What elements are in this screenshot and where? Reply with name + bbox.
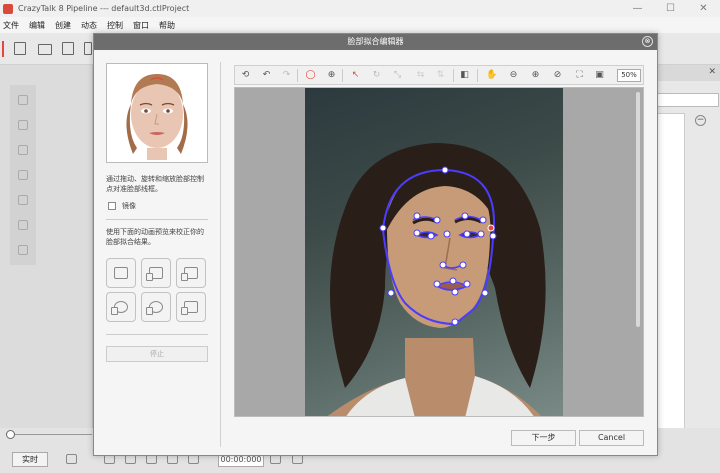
divider (106, 219, 208, 220)
tool-fit-icon[interactable] (18, 195, 28, 205)
preview-5-sub-icon (146, 307, 153, 315)
face-fitting-dialog: 脸部拟合编辑器 ⊗ 通过拖动、旋转和缩放脸部控制点对准脸部线框。 镜像 使用下面… (93, 33, 658, 456)
right-panel-header: ✕ (655, 65, 720, 81)
menu-control[interactable]: 控制 (107, 20, 123, 31)
playback-mode-icon[interactable] (66, 454, 77, 464)
dialog-close-icon[interactable]: ⊗ (642, 36, 653, 47)
tool-more-icon[interactable] (18, 245, 28, 255)
timeline-track[interactable] (12, 434, 92, 435)
cancel-button[interactable]: Cancel (579, 430, 644, 446)
tool-mask-icon[interactable] (18, 220, 28, 230)
redo-icon[interactable]: ↷ (281, 70, 292, 81)
mirror-checkbox[interactable] (108, 202, 116, 210)
divider (106, 334, 208, 335)
preview-1-icon (114, 267, 128, 279)
right-panel: ✕ − (655, 65, 720, 458)
contrast-icon[interactable]: ◧ (459, 70, 470, 81)
menu-window[interactable]: 窗口 (133, 20, 149, 31)
toolbar-separator (477, 69, 478, 82)
toolbar-separator (297, 69, 298, 82)
preview-animation-2-button[interactable] (141, 258, 171, 288)
zoom-fit-icon[interactable]: ⊘ (552, 70, 563, 81)
tool-rotate-icon[interactable] (18, 120, 28, 130)
tool-pin-icon[interactable] (18, 170, 28, 180)
next-button[interactable]: 下一步 (511, 430, 576, 446)
face-outline-icon[interactable]: ◯ (305, 70, 316, 81)
panel-close-icon[interactable]: ✕ (708, 67, 716, 77)
toolbar-accent (2, 41, 4, 57)
mirror-label: 镜像 (122, 202, 136, 210)
rotate-icon[interactable]: ⟲ (240, 70, 251, 81)
menu-edit[interactable]: 编辑 (29, 20, 45, 31)
export-icon[interactable] (84, 42, 92, 55)
app-logo-icon (3, 3, 13, 14)
maximize-button[interactable]: ☐ (654, 0, 687, 17)
right-panel-field[interactable] (657, 93, 719, 107)
target-icon[interactable]: ⊕ (326, 70, 337, 81)
preview-animation-6-button[interactable] (176, 292, 206, 322)
preview-4-sub-icon (111, 307, 118, 315)
vertical-divider (220, 62, 221, 447)
rotate-ctrl-icon[interactable]: ↻ (371, 70, 382, 81)
menu-bar: 文件 编辑 创建 动态 控制 窗口 帮助 (0, 17, 720, 33)
fitting-canvas[interactable] (234, 87, 644, 417)
realtime-button[interactable]: 实时 (12, 452, 48, 467)
undo-icon[interactable]: ↶ (261, 70, 272, 81)
flip-vertical-icon[interactable]: ⇅ (435, 70, 446, 81)
menu-help[interactable]: 帮助 (159, 20, 175, 31)
toolbar-separator (453, 69, 454, 82)
left-panel (0, 65, 92, 435)
app-titlebar: CrazyTalk 8 Pipeline --- default3d.ctlPr… (0, 0, 720, 17)
dialog-title: 脸部拟合编辑器 (347, 37, 404, 46)
stop-button[interactable]: 停止 (106, 346, 208, 362)
canvas-scrollbar[interactable] (636, 92, 640, 327)
animation-instructions: 使用下面的动画预览来校正你的脸部拟合结果。 (106, 228, 204, 246)
timeline-scrubber[interactable] (6, 430, 15, 439)
reference-face-image (106, 63, 208, 163)
preview-6-sub-icon (181, 307, 188, 315)
preview-2-sub-icon (146, 273, 153, 281)
save-icon[interactable] (62, 42, 74, 55)
right-panel-list[interactable] (655, 113, 685, 458)
preview-animation-1-button[interactable] (106, 258, 136, 288)
actual-size-icon[interactable]: ▣ (594, 70, 605, 81)
hand-pan-icon[interactable]: ✋ (486, 70, 497, 81)
flip-icon[interactable]: ⇆ (415, 70, 426, 81)
new-file-icon[interactable] (14, 42, 26, 55)
fit-screen-icon[interactable]: ⛶ (574, 70, 585, 81)
preview-animation-4-button[interactable] (106, 292, 136, 322)
portrait-illustration (327, 143, 546, 416)
zoom-in-icon[interactable]: ⊕ (530, 70, 541, 81)
select-arrow-icon[interactable]: ↖ (350, 70, 361, 81)
window-controls: — ☐ ✕ (621, 0, 720, 17)
zoom-out-icon[interactable]: ⊖ (508, 70, 519, 81)
preview-3-sub-icon (181, 273, 188, 281)
editor-toolbar: ⟲ ↶ ↷ ◯ ⊕ ↖ ↻ ⤡ ⇆ ⇅ ◧ ✋ ⊖ ⊕ ⊘ ⛶ ▣ 50% (234, 65, 644, 85)
menu-animation[interactable]: 动态 (81, 20, 97, 31)
dialog-titlebar: 脸部拟合编辑器 ⊗ (94, 34, 657, 50)
left-tool-strip (10, 85, 36, 265)
app-title: CrazyTalk 8 Pipeline --- default3d.ctlPr… (18, 4, 190, 13)
timeline (0, 428, 92, 442)
menu-file[interactable]: 文件 (3, 20, 19, 31)
menu-create[interactable]: 创建 (55, 20, 71, 31)
portrait-photo (305, 88, 563, 416)
close-button[interactable]: ✕ (687, 0, 720, 17)
zoom-level-field[interactable]: 50% (617, 69, 641, 82)
minimize-button[interactable]: — (621, 0, 654, 17)
remove-icon[interactable]: − (695, 115, 706, 126)
open-folder-icon[interactable] (38, 44, 52, 55)
tool-move-icon[interactable] (18, 95, 28, 105)
fitting-instructions: 通过拖动、旋转和缩放脸部控制点对准脸部线框。 (106, 175, 204, 193)
preview-animation-5-button[interactable] (141, 292, 171, 322)
reference-face-illustration (126, 74, 188, 160)
toolbar-separator (342, 69, 343, 82)
preview-animation-3-button[interactable] (176, 258, 206, 288)
mirror-option[interactable]: 镜像 (108, 201, 136, 211)
tool-scale-icon[interactable] (18, 145, 28, 155)
scale-ctrl-icon[interactable]: ⤡ (392, 70, 403, 81)
